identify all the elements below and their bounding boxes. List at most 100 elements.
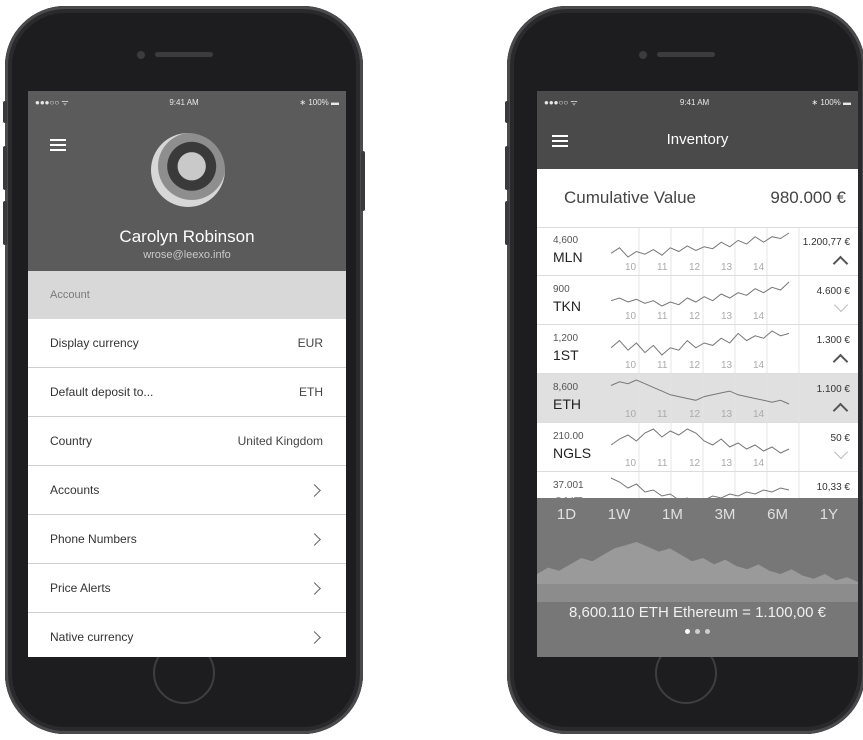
settings-row-label: Accounts xyxy=(50,483,100,497)
day-tick-label: 11 xyxy=(657,409,668,420)
asset-summary: 8,600.110 ETH Ethereum = 1.100,00 € xyxy=(569,604,826,621)
power-button xyxy=(361,151,365,211)
sparkline-chart: 10 11 12 13 14 xyxy=(610,374,800,422)
page-dot[interactable] xyxy=(695,629,700,634)
day-tick-label: 14 xyxy=(753,262,765,273)
inventory-row[interactable]: 1,200 1ST 10 11 12 13 14 1.300 € xyxy=(537,325,858,374)
settings-row-value: United Kingdom xyxy=(237,434,323,448)
day-tick-label: 13 xyxy=(721,409,733,420)
sparkline-chart: 10 11 12 13 14 xyxy=(610,423,800,471)
sparkline-chart: 10 11 12 13 14 xyxy=(610,276,800,324)
screen-right: ●●●○○ ᯤ 9:41 AM ∗ 100% ▬ Inventory Cumul… xyxy=(537,91,858,657)
settings-row[interactable]: Accounts xyxy=(28,466,346,515)
day-tick-label: 14 xyxy=(753,409,765,420)
day-tick-label: 10 xyxy=(625,458,637,469)
cumulative-amount: 980.000 € xyxy=(770,188,846,207)
range-tab[interactable]: 3M xyxy=(715,506,736,523)
settings-row[interactable]: Default deposit to... ETH xyxy=(28,368,346,417)
settings-row[interactable]: Native currency xyxy=(28,613,346,657)
inventory-row[interactable]: 900 TKN 10 11 12 13 14 4.600 € xyxy=(537,276,858,325)
asset-price: 50 € xyxy=(830,433,850,444)
asset-quantity: 210.00 xyxy=(553,431,584,442)
day-tick-label: 13 xyxy=(721,262,733,273)
status-time: 9:41 AM xyxy=(679,97,710,107)
day-tick-label: 13 xyxy=(721,360,733,371)
inventory-row[interactable]: 4,600 MLN 10 11 12 13 14 1.200,77 € xyxy=(537,227,858,276)
battery-indicator: ∗ 100% ▬ xyxy=(299,97,339,107)
mute-switch xyxy=(505,101,509,123)
hamburger-icon[interactable] xyxy=(50,139,66,151)
asset-symbol: NGLS xyxy=(553,445,592,461)
chevron-right-icon xyxy=(308,630,321,644)
settings-list: Display currency EUR Default deposit to...… xyxy=(28,319,346,657)
day-tick-label: 10 xyxy=(625,262,637,273)
chevron-up-icon[interactable] xyxy=(832,255,849,272)
settings-row-label: Default deposit to... xyxy=(50,385,154,399)
page-title: Inventory xyxy=(666,131,729,148)
chevron-up-icon[interactable] xyxy=(832,353,849,370)
day-tick-label: 11 xyxy=(657,311,668,322)
day-tick-label: 11 xyxy=(657,360,668,371)
asset-quantity: 4,600 xyxy=(553,235,579,246)
day-tick-label: 13 xyxy=(721,458,733,469)
page-dot[interactable] xyxy=(705,629,710,634)
signal-indicator: ●●●○○ ᯤ xyxy=(544,97,578,107)
sparkline-chart: 10 11 12 13 14 xyxy=(610,325,800,373)
battery-indicator: ∗ 100% ▬ xyxy=(811,97,851,107)
day-tick-label: 12 xyxy=(689,360,701,371)
chevron-right-icon xyxy=(308,581,321,595)
area-base xyxy=(537,584,858,602)
screen-left: ●●●○○ ᯤ 9:41 AM ∗ 100% ▬ Carolyn Robinso… xyxy=(28,91,346,657)
day-tick-label: 11 xyxy=(657,458,668,469)
area-chart xyxy=(537,542,858,602)
chevron-up-icon[interactable] xyxy=(832,402,849,419)
page-indicator xyxy=(537,629,858,634)
sparkline-path xyxy=(610,379,790,405)
inventory-header: ●●●○○ ᯤ 9:41 AM ∗ 100% ▬ Inventory xyxy=(537,91,858,169)
settings-row-value: EUR xyxy=(297,336,323,350)
range-tab[interactable]: 1W xyxy=(608,506,631,523)
settings-row-label: Price Alerts xyxy=(50,581,111,595)
day-tick-label: 12 xyxy=(689,262,701,273)
inventory-row[interactable]: 8,600 ETH 10 11 12 13 14 1.100 € xyxy=(537,374,858,423)
status-time: 9:41 AM xyxy=(169,97,199,107)
cumulative-label: Cumulative Value xyxy=(564,188,696,207)
section-header-account: Account xyxy=(28,271,346,319)
range-tab[interactable]: 6M xyxy=(767,506,788,523)
range-tab[interactable]: 1M xyxy=(662,506,683,523)
inventory-row[interactable]: 210.00 NGLS 10 11 12 13 14 50 € xyxy=(537,423,858,472)
day-tick-label: 12 xyxy=(689,409,701,420)
asset-price: 1.100 € xyxy=(816,384,850,395)
sparkline-path xyxy=(610,330,790,356)
volume-down-button xyxy=(3,201,7,245)
front-camera xyxy=(639,51,647,59)
profile-header: ●●●○○ ᯤ 9:41 AM ∗ 100% ▬ Carolyn Robinso… xyxy=(28,91,346,271)
chevron-down-icon[interactable] xyxy=(833,297,849,313)
range-selector: 1D 1W 1M 3M 6M 1Y xyxy=(537,498,858,530)
asset-price: 10,33 € xyxy=(816,482,850,493)
mute-switch xyxy=(3,101,7,123)
asset-symbol: TKN xyxy=(553,298,581,314)
settings-row-label: Country xyxy=(50,434,93,448)
chevron-down-icon[interactable] xyxy=(833,444,849,460)
phone-frame-right: ●●●○○ ᯤ 9:41 AM ∗ 100% ▬ Inventory Cumul… xyxy=(505,6,863,734)
range-tab[interactable]: 1Y xyxy=(820,506,838,523)
asset-quantity: 8,600 xyxy=(553,382,579,393)
day-tick-label: 10 xyxy=(625,360,637,371)
page-dot[interactable] xyxy=(685,629,690,634)
day-tick-label: 12 xyxy=(689,458,701,469)
range-tab[interactable]: 1D xyxy=(557,506,576,523)
asset-quantity: 37.001 xyxy=(553,480,584,491)
volume-up-button xyxy=(505,146,509,190)
avatar[interactable] xyxy=(151,133,225,207)
day-tick-label: 10 xyxy=(625,311,637,322)
chart-panel: 1D 1W 1M 3M 6M 1Y 8,600.110 ETH Ethereum = 1.… xyxy=(537,498,858,657)
sparkline-path xyxy=(610,281,790,307)
settings-row[interactable]: Phone Numbers xyxy=(28,515,346,564)
settings-row[interactable]: Display currency EUR xyxy=(28,319,346,368)
day-tick-label: 13 xyxy=(721,311,733,322)
settings-row[interactable]: Price Alerts xyxy=(28,564,346,613)
inventory-list: 4,600 MLN 10 11 12 13 14 1.200,77 € 900 TKN 10 11 12… xyxy=(537,227,858,521)
asset-symbol: ETH xyxy=(553,396,581,412)
settings-row[interactable]: Country United Kingdom xyxy=(28,417,346,466)
